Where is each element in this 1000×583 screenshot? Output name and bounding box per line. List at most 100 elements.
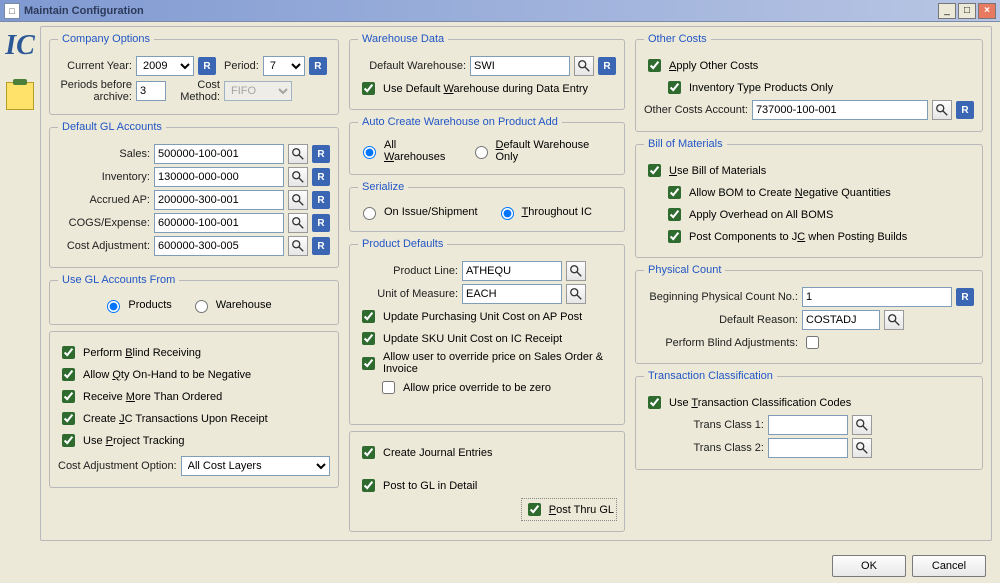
cogs-reset-button[interactable]: R [312,214,330,232]
bom-neg-check[interactable]: Allow BOM to Create Negative Quantities [664,183,974,202]
pdef-legend: Product Defaults [358,238,447,250]
accrued-input[interactable] [154,190,284,210]
override-price-check[interactable]: Allow user to override price on Sales Or… [358,351,616,375]
bom-overhead-check[interactable]: Apply Overhead on All BOMS [664,205,974,224]
default-wh-lookup-button[interactable] [574,56,594,76]
serialize: Serialize On Issue/Shipment Throughout I… [349,181,625,232]
note-icon[interactable] [6,82,34,110]
tc2-lookup-button[interactable] [852,438,872,458]
begin-count-input[interactable] [802,287,952,307]
warehouse-data: Warehouse Data Default Warehouse: R Use … [349,33,625,110]
physical-count: Physical Count Beginning Physical Count … [635,264,983,364]
glfrom-warehouse-radio[interactable]: Warehouse [190,297,272,313]
glfrom-products-radio[interactable]: Products [102,297,171,313]
close-button[interactable]: × [978,3,996,19]
receive-more-check[interactable]: Receive More Than Ordered [58,387,330,406]
default-wh-only-radio[interactable]: Default Warehouse Only [470,139,603,163]
use-default-wh-check[interactable]: Use Default Warehouse during Data Entry [358,79,616,98]
accrued-lookup-button[interactable] [288,190,308,210]
update-sku-check[interactable]: Update SKU Unit Cost on IC Receipt [358,329,616,348]
maximize-button[interactable]: □ [958,3,976,19]
on-issue-radio[interactable]: On Issue/Shipment [358,204,478,220]
periods-before-label: Periods beforearchive: [58,79,132,103]
blind-adj-label: Perform Blind Adjustments: [644,337,798,349]
serialize-legend: Serialize [358,181,408,193]
tc2-input[interactable] [768,438,848,458]
transaction-classification: Transaction Classification Use Transacti… [635,370,983,470]
ok-button[interactable]: OK [832,555,906,577]
tc1-lookup-button[interactable] [852,415,872,435]
jc-trans-check[interactable]: Create JC Transactions Upon Receipt [58,409,330,428]
inv-type-only-check[interactable]: Inventory Type Products Only [664,78,974,97]
qty-negative-check[interactable]: Allow Qty On-Hand to be Negative [58,365,330,384]
window-icon: □ [4,3,20,19]
override-zero-check[interactable]: Allow price override to be zero [378,378,616,397]
update-purchasing-check[interactable]: Update Purchasing Unit Cost on AP Post [358,307,616,326]
all-warehouses-radio[interactable]: All Warehouses [358,139,452,163]
begin-count-label: Beginning Physical Count No.: [644,291,798,303]
blind-receiving-check[interactable]: Perform Blind Receiving [58,343,330,362]
sales-reset-button[interactable]: R [312,145,330,163]
default-wh-input[interactable] [470,56,570,76]
costadj-reset-button[interactable]: R [312,237,330,255]
inventory-lookup-button[interactable] [288,167,308,187]
cogs-input[interactable] [154,213,284,233]
minimize-button[interactable]: _ [938,3,956,19]
periods-before-input[interactable] [136,81,166,101]
other-acct-lookup-button[interactable] [932,100,952,120]
uom-input[interactable] [462,284,562,304]
costadj-lookup-button[interactable] [288,236,308,256]
current-year-select[interactable]: 2009 [136,56,194,76]
apply-other-costs-check[interactable]: Apply Other Costs [644,56,974,75]
product-line-label: Product Line: [358,265,458,277]
create-je-check[interactable]: Create Journal Entries [358,443,492,462]
default-reason-label: Default Reason: [644,314,798,326]
project-tracking-check[interactable]: Use Project Tracking [58,431,330,450]
tc1-label: Trans Class 1: [644,419,764,431]
product-line-input[interactable] [462,261,562,281]
tc1-input[interactable] [768,415,848,435]
autocrt-legend: Auto Create Warehouse on Product Add [358,116,562,128]
blind-adj-check[interactable] [806,336,819,349]
cost-adj-option-select[interactable]: All Cost Layers [181,456,330,476]
inventory-label: Inventory: [58,171,150,183]
default-wh-reset-button[interactable]: R [598,57,616,75]
tc2-label: Trans Class 2: [644,442,764,454]
period-select[interactable]: 7 [263,56,305,76]
period-label: Period: [224,60,259,72]
bom-postjc-check[interactable]: Post Components to JC when Posting Build… [664,227,974,246]
post-detail-check[interactable]: Post to GL in Detail [358,476,477,495]
other-acct-reset-button[interactable]: R [956,101,974,119]
period-reset-button[interactable]: R [309,57,327,75]
inventory-input[interactable] [154,167,284,187]
costadj-input[interactable] [154,236,284,256]
gl-legend: Default GL Accounts [58,121,166,133]
uom-lookup-button[interactable] [566,284,586,304]
costadj-label: Cost Adjustment: [58,240,150,252]
current-year-reset-button[interactable]: R [198,57,216,75]
sales-lookup-button[interactable] [288,144,308,164]
throughout-ic-radio[interactable]: Throughout IC [496,204,592,220]
default-reason-input[interactable] [802,310,880,330]
cost-adj-option-label: Cost Adjustment Option: [58,460,177,472]
default-reason-lookup-button[interactable] [884,310,904,330]
sales-input[interactable] [154,144,284,164]
use-bom-check[interactable]: Use Bill of Materials [644,161,974,180]
col-left: Company Options Current Year: 2009 R Per… [49,33,339,532]
begin-count-reset-button[interactable]: R [956,288,974,306]
product-line-lookup-button[interactable] [566,261,586,281]
cogs-lookup-button[interactable] [288,213,308,233]
main-area: Company Options Current Year: 2009 R Per… [40,22,1000,583]
cost-method-select: FIFO [224,81,292,101]
default-wh-label: Default Warehouse: [358,60,466,72]
company-options: Company Options Current Year: 2009 R Per… [49,33,339,115]
other-acct-input[interactable] [752,100,928,120]
post-thru-gl-check[interactable]: Post Thru GL [522,499,616,520]
cancel-button[interactable]: Cancel [912,555,986,577]
sales-label: Sales: [58,148,150,160]
inventory-reset-button[interactable]: R [312,168,330,186]
use-xclass-check[interactable]: Use Transaction Classification Codes [644,393,974,412]
col-middle: Warehouse Data Default Warehouse: R Use … [349,33,625,532]
accrued-reset-button[interactable]: R [312,191,330,209]
xclass-legend: Transaction Classification [644,370,777,382]
